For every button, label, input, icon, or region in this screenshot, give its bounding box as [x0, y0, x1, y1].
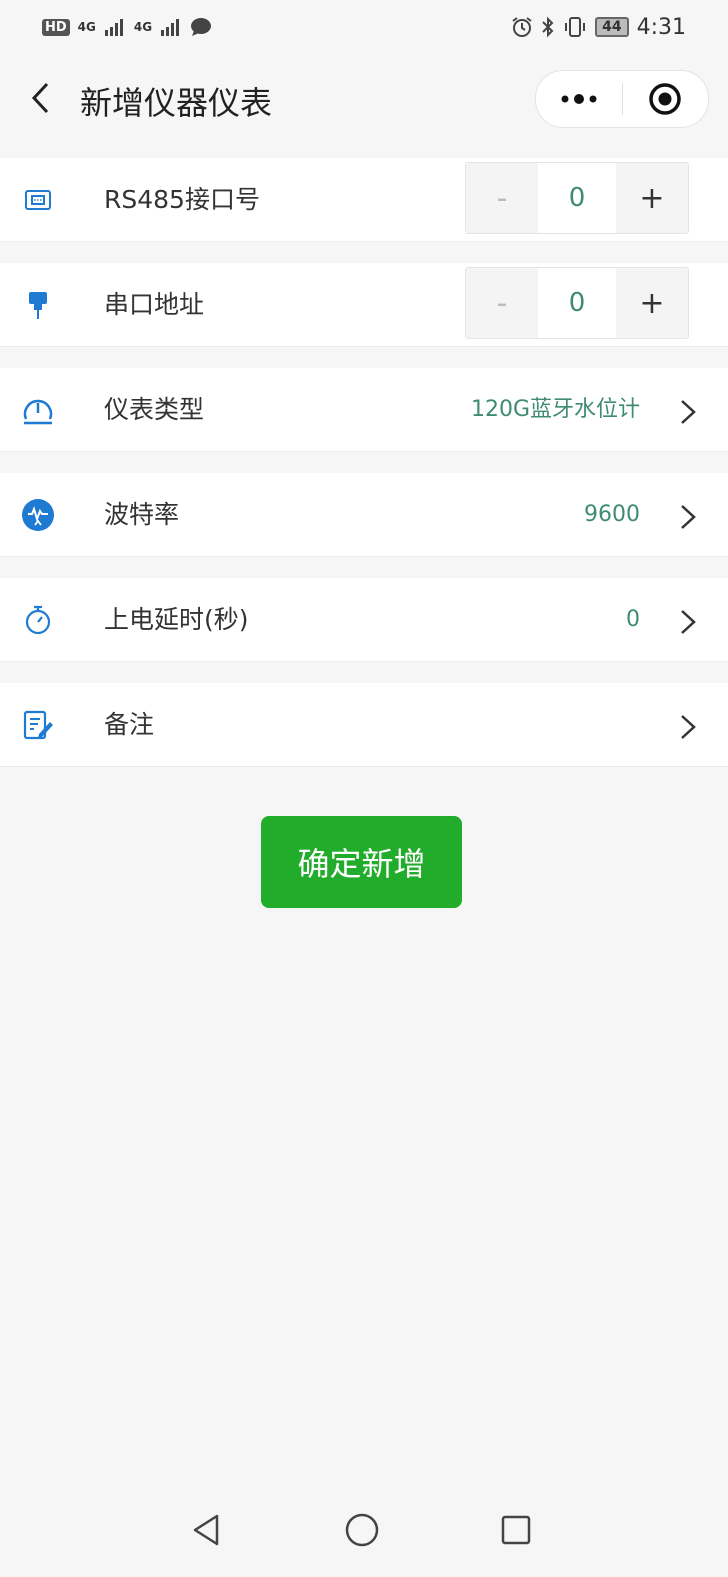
more-button[interactable] [536, 71, 622, 127]
more-dots-icon [561, 94, 597, 104]
system-home-button[interactable] [342, 1510, 382, 1550]
chevron-right-icon [681, 610, 696, 634]
bluetooth-icon [542, 16, 554, 38]
chat-bubble-icon [191, 18, 212, 36]
circle-home-icon [345, 1513, 379, 1547]
close-mini-program-button[interactable] [623, 71, 709, 127]
status-left: HD 4G 4G [42, 17, 212, 37]
hd-badge: HD [42, 18, 70, 36]
rs485-increment-button[interactable]: + [616, 163, 688, 233]
signal-icon [104, 19, 123, 36]
row-meter-type[interactable]: 仪表类型 120G蓝牙水位计 [0, 368, 728, 452]
baud-rate-label: 波特率 [104, 500, 180, 529]
signal-icon-2 [161, 19, 180, 36]
gauge-icon [20, 392, 56, 428]
remark-label: 备注 [104, 710, 155, 739]
network-4g-label-2: 4G [133, 20, 153, 34]
row-power-delay[interactable]: 上电延时(秒) 0 [0, 578, 728, 662]
serial-address-value[interactable]: 0 [538, 268, 616, 338]
square-recents-icon [501, 1515, 531, 1545]
back-button[interactable] [20, 76, 60, 120]
stopwatch-icon [20, 602, 56, 638]
triangle-back-icon [193, 1514, 219, 1546]
nav-bar: 新增仪器仪表 [0, 56, 728, 144]
vibrate-icon [565, 17, 586, 37]
system-recents-button[interactable] [496, 1510, 536, 1550]
chevron-left-icon [31, 82, 49, 114]
chevron-right-icon [681, 505, 696, 529]
chevron-right-icon [681, 715, 696, 739]
row-remark[interactable]: 备注 [0, 683, 728, 767]
power-delay-label: 上电延时(秒) [104, 605, 249, 634]
row-serial-address: 串口地址 - 0 + [0, 263, 728, 347]
rs485-port-stepper: - 0 + [465, 162, 689, 234]
edit-note-icon [20, 707, 56, 743]
serial-address-decrement-button[interactable]: - [466, 268, 538, 338]
serial-address-label: 串口地址 [104, 290, 205, 319]
meter-type-label: 仪表类型 [104, 395, 205, 424]
clock-time: 4:31 [636, 14, 686, 40]
network-4g-label: 4G [77, 20, 96, 34]
status-right: 44 4:31 [511, 15, 686, 40]
signal-wave-icon [20, 497, 56, 533]
meter-type-value: 120G蓝牙水位计 [470, 397, 640, 422]
power-delay-value: 0 [626, 607, 640, 632]
rs485-decrement-button[interactable]: - [466, 163, 538, 233]
page-title: 新增仪器仪表 [80, 84, 273, 122]
serial-address-increment-button[interactable]: + [616, 268, 688, 338]
row-baud-rate[interactable]: 波特率 9600 [0, 473, 728, 557]
rs485-port-value[interactable]: 0 [538, 163, 616, 233]
target-circle-icon [649, 83, 681, 115]
baud-rate-value: 9600 [584, 502, 640, 527]
row-rs485-port: RS485接口号 - 0 + [0, 158, 728, 242]
mini-program-capsule [535, 70, 709, 128]
confirm-add-button[interactable]: 确定新增 [261, 816, 462, 908]
battery-level: 44 [595, 17, 629, 37]
ethernet-port-icon [20, 182, 56, 218]
system-back-button[interactable] [186, 1510, 226, 1550]
chevron-right-icon [681, 400, 696, 424]
serial-plug-icon [20, 287, 56, 323]
status-bar: HD 4G 4G 44 4:31 [0, 0, 728, 54]
serial-address-stepper: - 0 + [465, 267, 689, 339]
alarm-clock-icon [512, 17, 532, 37]
system-nav-bar [0, 1490, 728, 1570]
rs485-port-label: RS485接口号 [104, 185, 260, 214]
